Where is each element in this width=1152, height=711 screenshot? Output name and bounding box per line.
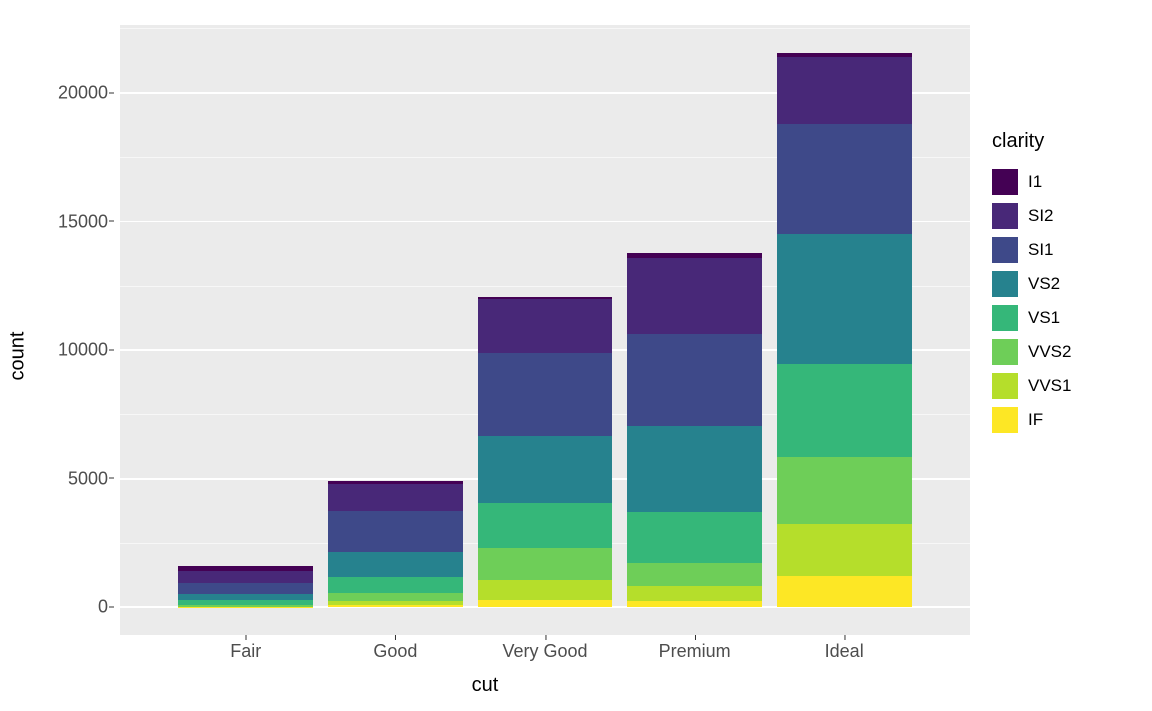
- bar-segment: [178, 583, 313, 593]
- legend-swatch: [992, 169, 1018, 195]
- bar-segment: [627, 586, 762, 602]
- bars-layer: [120, 25, 970, 635]
- plot-panel: [120, 25, 970, 635]
- x-tick-label: Fair: [230, 641, 261, 662]
- x-tick-label: Premium: [659, 641, 731, 662]
- bar-segment: [478, 580, 613, 600]
- chart-container: count cut 05000100001500020000 FairGoodV…: [0, 0, 1152, 711]
- legend-item: I1: [992, 165, 1142, 199]
- legend-swatch: [992, 305, 1018, 331]
- bar-segment: [478, 436, 613, 503]
- bar-segment: [627, 426, 762, 512]
- legend-label: I1: [1028, 172, 1042, 192]
- bar-segment: [627, 563, 762, 585]
- bar-segment: [627, 601, 762, 607]
- bar-segment: [777, 124, 912, 234]
- bar-segment: [478, 299, 613, 353]
- bar-segment: [777, 57, 912, 124]
- bar-segment: [777, 576, 912, 607]
- x-tick-label: Ideal: [825, 641, 864, 662]
- bar-segment: [478, 353, 613, 436]
- bar-segment: [777, 457, 912, 524]
- legend-swatch: [992, 339, 1018, 365]
- bar-segment: [478, 600, 613, 607]
- legend-swatch: [992, 407, 1018, 433]
- legend-label: SI2: [1028, 206, 1054, 226]
- x-axis-ticks: Fair Good Very Good Premium Ideal: [120, 635, 970, 675]
- legend-item: VS1: [992, 301, 1142, 335]
- x-axis-title: cut: [472, 674, 499, 697]
- legend-title: clarity: [992, 130, 1142, 153]
- bar-segment: [627, 334, 762, 426]
- bar-group: [478, 297, 613, 608]
- x-tick-label: Very Good: [502, 641, 587, 662]
- legend-label: VS1: [1028, 308, 1060, 328]
- bar-segment: [178, 571, 313, 583]
- legend-swatch: [992, 203, 1018, 229]
- legend-item: VVS2: [992, 335, 1142, 369]
- x-tick-label: Good: [373, 641, 417, 662]
- bar-group: [328, 481, 463, 607]
- legend-label: IF: [1028, 410, 1043, 430]
- bar-group: [178, 566, 313, 607]
- legend: clarity I1 SI2 SI1 VS2 VS1 VVS2 VVS1 IF: [992, 130, 1142, 437]
- bar-segment: [627, 258, 762, 334]
- legend-item: SI1: [992, 233, 1142, 267]
- bar-segment: [178, 594, 313, 601]
- bar-segment: [328, 593, 463, 600]
- y-tick-label: 10000: [8, 340, 108, 361]
- bar-segment: [627, 512, 762, 563]
- y-axis-ticks: 0 5000 10000 15000 20000: [0, 25, 118, 635]
- legend-item: VS2: [992, 267, 1142, 301]
- legend-swatch: [992, 237, 1018, 263]
- legend-item: IF: [992, 403, 1142, 437]
- bar-segment: [328, 605, 463, 607]
- bar-segment: [328, 552, 463, 577]
- bar-segment: [328, 577, 463, 594]
- bar-segment: [777, 524, 912, 577]
- legend-item: SI2: [992, 199, 1142, 233]
- legend-swatch: [992, 271, 1018, 297]
- y-tick-label: 15000: [8, 211, 108, 232]
- bar-group: [777, 53, 912, 607]
- legend-item: VVS1: [992, 369, 1142, 403]
- legend-label: VVS1: [1028, 376, 1071, 396]
- bar-segment: [328, 511, 463, 551]
- legend-label: VS2: [1028, 274, 1060, 294]
- legend-swatch: [992, 373, 1018, 399]
- legend-label: VVS2: [1028, 342, 1071, 362]
- y-tick-label: 5000: [8, 468, 108, 489]
- bar-segment: [777, 364, 912, 456]
- bar-segment: [328, 484, 463, 512]
- bar-segment: [478, 548, 613, 580]
- bar-segment: [777, 234, 912, 364]
- y-tick-label: 0: [8, 597, 108, 618]
- bar-segment: [478, 503, 613, 549]
- legend-label: SI1: [1028, 240, 1054, 260]
- y-tick-label: 20000: [8, 83, 108, 104]
- bar-group: [627, 253, 762, 607]
